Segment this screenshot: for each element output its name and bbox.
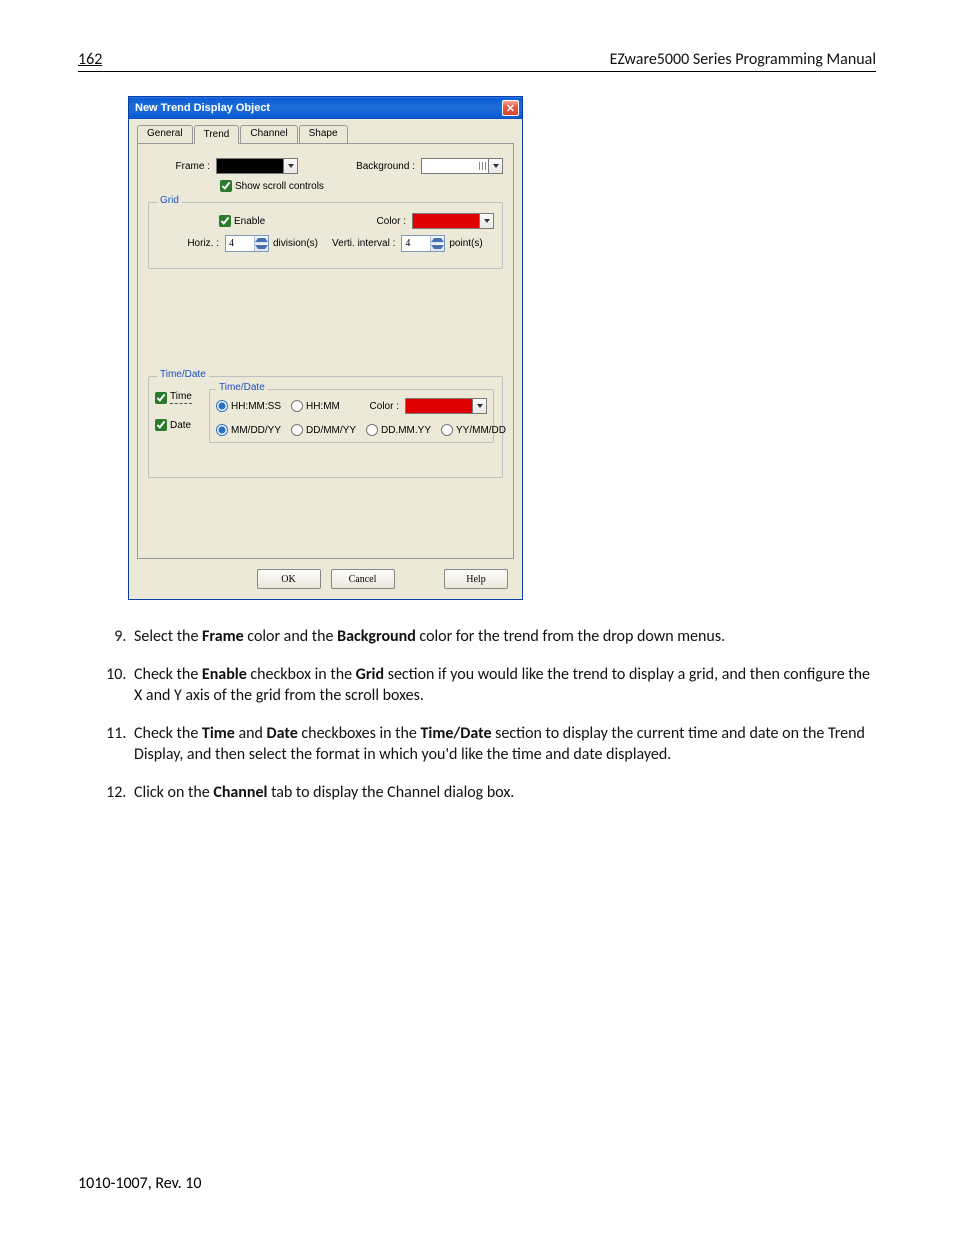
instruction-10: Check the Enable checkbox in the Grid se… <box>130 664 876 707</box>
horiz-label: Horiz. : <box>157 238 219 249</box>
instruction-list: Select the Frame color and the Backgroun… <box>78 626 876 804</box>
radio-hhmmss[interactable]: HH:MM:SS <box>216 400 281 412</box>
frame-swatch <box>217 159 283 173</box>
horiz-input[interactable] <box>226 236 254 251</box>
dialog-footer: OK Cancel Help <box>129 561 522 599</box>
close-button[interactable]: ✕ <box>502 100 519 116</box>
date-checkbox[interactable]: Date <box>155 419 191 431</box>
timedate-color-dropdown[interactable] <box>405 398 487 414</box>
grid-color-dropdown[interactable] <box>412 213 494 229</box>
timedate-outer-legend: Time/Date <box>157 369 209 380</box>
radio-hhmm[interactable]: HH:MM <box>291 400 340 412</box>
grid-legend: Grid <box>157 195 182 206</box>
tab-trend[interactable]: Trend <box>194 125 240 144</box>
radio-yymmdd[interactable]: YY/MM/DD <box>441 424 506 436</box>
titlebar[interactable]: New Trend Display Object ✕ <box>129 97 522 119</box>
grid-color-label: Color : <box>377 216 406 227</box>
grid-enable-checkbox[interactable]: Enable <box>219 215 265 227</box>
page-footer: 1010-1007, Rev. 10 <box>78 1174 876 1193</box>
background-swatch <box>422 159 488 173</box>
spin-down-icon[interactable] <box>431 244 444 252</box>
tab-panel-trend: Frame : Background : <box>137 143 514 559</box>
frame-color-dropdown[interactable] <box>216 158 298 174</box>
verti-spinner[interactable] <box>401 235 445 252</box>
chevron-down-icon <box>283 159 297 173</box>
instruction-12: Click on the Channel tab to display the … <box>130 782 876 804</box>
spin-up-icon[interactable] <box>255 236 268 244</box>
verti-label: Verti. interval : <box>332 238 395 249</box>
tab-general[interactable]: General <box>137 125 193 144</box>
horiz-unit: division(s) <box>273 238 318 249</box>
radio-mmddyy[interactable]: MM/DD/YY <box>216 424 281 436</box>
timedate-inner-group: Time/Date HH:MM:SS HH:MM Color : <box>209 389 494 443</box>
spin-down-icon[interactable] <box>255 244 268 252</box>
page-number: 162 <box>78 50 102 69</box>
grid-group: Grid Enable Color : Horiz. : <box>148 202 503 269</box>
chevron-down-icon <box>479 214 493 228</box>
time-checkbox[interactable]: Time <box>155 391 192 404</box>
timedate-group: Time/Date Time Date Time/Date HH:MM:SS H… <box>148 376 503 478</box>
tab-strip: General Trend Channel Shape <box>137 125 514 144</box>
background-color-dropdown[interactable] <box>421 158 503 174</box>
tab-channel[interactable]: Channel <box>240 125 297 144</box>
verti-unit: point(s) <box>449 238 482 249</box>
trend-dialog: New Trend Display Object ✕ General Trend… <box>128 96 523 600</box>
tab-shape[interactable]: Shape <box>299 125 348 144</box>
instruction-9: Select the Frame color and the Backgroun… <box>130 626 876 648</box>
chevron-down-icon <box>488 159 502 173</box>
close-icon: ✕ <box>506 102 515 115</box>
show-scroll-checkbox[interactable]: Show scroll controls <box>220 180 324 192</box>
spin-up-icon[interactable] <box>431 236 444 244</box>
cancel-button[interactable]: Cancel <box>331 569 395 589</box>
radio-ddmmyy[interactable]: DD/MM/YY <box>291 424 356 436</box>
instruction-11: Check the Time and Date checkboxes in th… <box>130 723 876 766</box>
ok-button[interactable]: OK <box>257 569 321 589</box>
page-header: 162 EZware5000 Series Programming Manual <box>78 50 876 72</box>
frame-label: Frame : <box>148 161 210 172</box>
manual-title: EZware5000 Series Programming Manual <box>610 50 876 69</box>
background-label: Background : <box>356 161 415 172</box>
td-swatch <box>406 399 472 413</box>
timedate-inner-legend: Time/Date <box>216 382 268 393</box>
horiz-spinner[interactable] <box>225 235 269 252</box>
radio-dd-mm-yy[interactable]: DD.MM.YY <box>366 424 431 436</box>
help-button[interactable]: Help <box>444 569 508 589</box>
chevron-down-icon <box>472 399 486 413</box>
grid-swatch <box>413 214 479 228</box>
td-color-label: Color : <box>370 401 399 412</box>
dialog-title: New Trend Display Object <box>135 102 270 114</box>
verti-input[interactable] <box>402 236 430 251</box>
